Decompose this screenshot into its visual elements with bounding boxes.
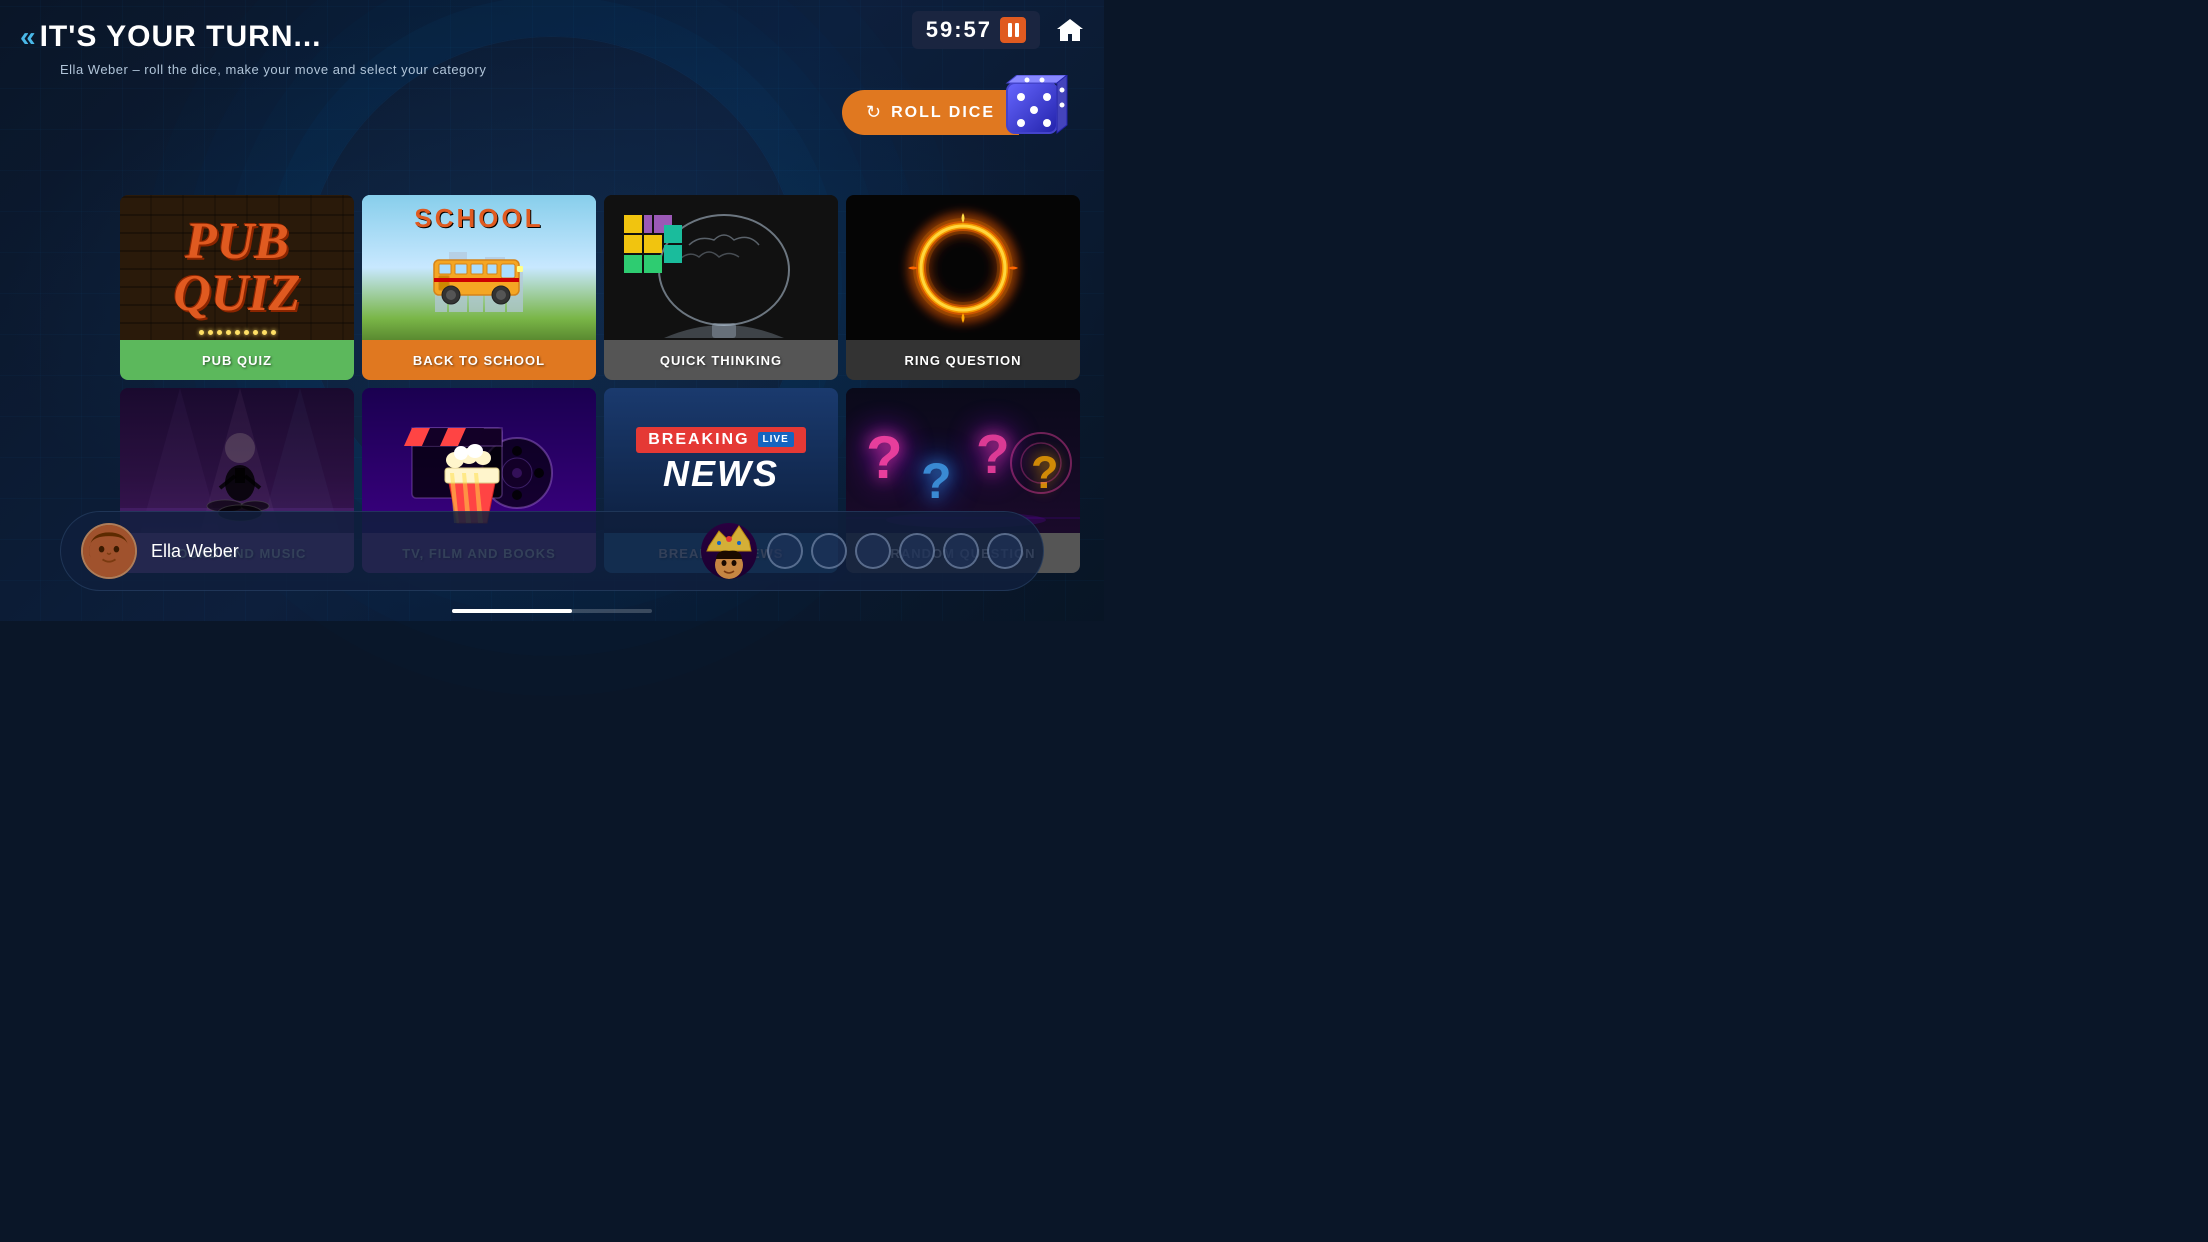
turn-row: « IT'S YOUR TURN... [20,20,884,54]
breaking-text: BREAKING [648,431,749,449]
ring-question-image [846,195,1080,340]
dice-icon [999,75,1069,145]
breaking-badge: BREAKING LIVE [636,427,806,453]
token-6 [987,533,1023,569]
category-back-to-school[interactable]: SCHOOL [362,195,596,380]
header: « IT'S YOUR TURN... Ella Weber – roll th… [20,20,884,77]
back-to-school-label: BACK TO SCHOOL [362,340,596,380]
category-pub-quiz[interactable]: PUB QUIZ PUB QUIZ [120,195,354,380]
token-2 [811,533,847,569]
pause-button[interactable] [1000,17,1026,43]
pause-icon [1008,23,1019,37]
progress-bar [452,609,652,613]
pub-quiz-label: PUB QUIZ [120,340,354,380]
roll-dice-label: ROLL DICE [891,104,995,122]
player-bar: Ella Weber [60,511,1044,591]
roll-dice-container: ↻ ROLL DICE [842,90,1019,135]
player-name: Ella Weber [151,541,239,562]
token-4 [899,533,935,569]
timer-box: 59:57 [912,11,1040,49]
back-to-school-image: SCHOOL [362,195,596,340]
timer-display: 59:57 [926,17,992,43]
pub-quiz-image: PUB QUIZ [120,195,354,340]
top-bar: 59:57 [900,0,1104,60]
chevron-left-icon: « [20,21,30,53]
crown-avatar [701,523,757,579]
svg-text:?: ? [976,423,1010,485]
category-ring-question[interactable]: RING QUESTION [846,195,1080,380]
player-avatar [81,523,137,579]
news-big-text: NEWS [663,453,779,495]
home-button[interactable] [1048,8,1092,52]
subtitle: Ella Weber – roll the dice, make your mo… [60,62,884,77]
svg-text:?: ? [866,424,903,491]
category-quick-thinking[interactable]: QUICK THINKING [604,195,838,380]
pub-text: PUB [173,216,300,268]
ring-question-label: RING QUESTION [846,340,1080,380]
live-badge: LIVE [758,432,794,447]
progress-fill [452,609,572,613]
refresh-icon: ↻ [866,102,881,123]
score-tokens [767,533,1023,569]
quiz-text: QUIZ [173,268,300,320]
quick-thinking-image [604,195,838,340]
bulb-dots [120,330,354,335]
token-3 [855,533,891,569]
token-1 [767,533,803,569]
player-right [701,523,1023,579]
quick-thinking-label: QUICK THINKING [604,340,838,380]
roll-dice-button[interactable]: ↻ ROLL DICE [842,90,1019,135]
svg-text:?: ? [921,453,952,509]
turn-title: IT'S YOUR TURN... [40,20,322,54]
token-5 [943,533,979,569]
